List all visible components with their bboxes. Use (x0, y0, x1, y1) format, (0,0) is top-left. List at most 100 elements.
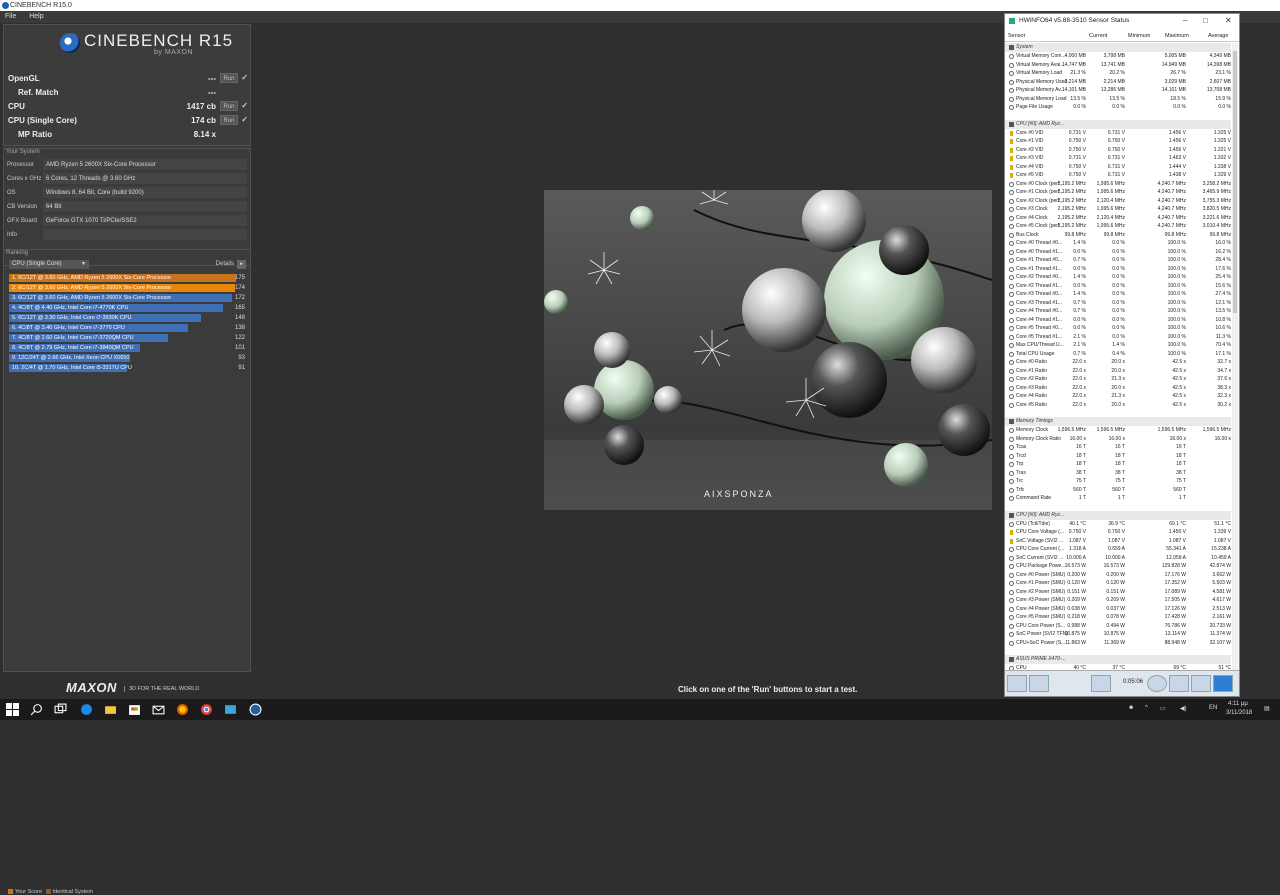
col-sensor[interactable]: Sensor (1008, 30, 1025, 42)
ranking-bar[interactable]: 5. 6C/12T @ 3.30 GHz, Intel Core i7-3930… (9, 314, 201, 322)
sensor-group[interactable]: CPU [#0]: AMD Ryz... (1005, 119, 1231, 129)
clock-icon[interactable] (1147, 675, 1167, 692)
maximize-icon[interactable]: □ (1203, 14, 1208, 28)
col-average[interactable]: Average (1208, 30, 1228, 42)
run-button[interactable]: Run (220, 101, 238, 111)
sensor-row[interactable]: CPU (Tctl/Tdie) 40.1 °C 36.9 °C 69.1 °C 51.1… (1005, 520, 1231, 529)
sensor-row[interactable]: Command Rate 1 T 1 T 1 T (1005, 494, 1231, 503)
hwinfo-scrollbar[interactable] (1232, 43, 1238, 679)
sensor-row[interactable]: SoC Current (SVI2 ... 10.000 A 10.000 A 12.… (1005, 554, 1231, 563)
ranking-bar[interactable]: 9. 12C/24T @ 2.66 GHz, Intel Xeon CPU X5… (9, 354, 130, 362)
sensor-row[interactable]: Trp 18 T 18 T 18 T (1005, 460, 1231, 469)
col-current[interactable]: Current (1089, 30, 1107, 42)
store-icon[interactable] (128, 703, 141, 716)
ranking-bar[interactable]: 1. 6C/12T @ 3.60 GHz, AMD Ryzen 5 2600X … (9, 274, 236, 282)
sensor-row[interactable]: Core #0 Ratio 22.0 x 20.0 x 42.5 x 32.7 x (1005, 358, 1231, 367)
ranking-bar[interactable]: 3. 6C/12T @ 3.60 GHz, AMD Ryzen 5 2600X … (9, 294, 232, 302)
nav-left-right-icon[interactable] (1007, 675, 1027, 692)
sensor-row[interactable]: Trcd 18 T 18 T 18 T (1005, 452, 1231, 461)
clock-date[interactable]: 3/11/2018 (1226, 710, 1252, 716)
sensor-row[interactable]: Physical Memory Load 13.5 % 13.5 % 18.5 % 15… (1005, 95, 1231, 104)
sensor-row[interactable]: Core #2 Power (SMU) 0.151 W 0.151 W 17.089 … (1005, 588, 1231, 597)
sensor-row[interactable]: Core #4 Thread #0... 0.7 % 0.0 % 100.0 % 13.… (1005, 307, 1231, 316)
sensor-row[interactable]: Core #3 Ratio 22.0 x 20.0 x 42.5 x 38.3 x (1005, 384, 1231, 393)
person-icon[interactable]: ☻ (1128, 705, 1134, 711)
sensor-row[interactable]: Core #5 Clock (perf... 2,195.2 MHz 1,995.6… (1005, 222, 1231, 231)
sensor-row[interactable]: Core #5 Thread #1... 2.1 % 0.0 % 100.0 % 11.… (1005, 333, 1231, 342)
details-toggle-button[interactable]: ▸ (237, 260, 246, 269)
sensor-row[interactable]: Core #1 Thread #1... 0.0 % 0.0 % 100.0 % 17.… (1005, 265, 1231, 274)
sensor-row[interactable]: SoC Voltage (SVI2 ... 1.087 V 1.087 V 1.087… (1005, 537, 1231, 546)
ranking-bar[interactable]: 8. 4C/8T @ 2.79 GHz, Intel Core i7-3840Q… (9, 344, 140, 352)
sensor-row[interactable]: Core #5 Power (SMU) 0.218 W 0.078 W 17.428 … (1005, 613, 1231, 622)
sensor-row[interactable]: Core #1 VID 0.750 V 0.750 V 1.456 V 1.325 V (1005, 137, 1231, 146)
sensor-row[interactable]: Core #0 Power (SMU) 0.200 W 0.200 W 17.176 … (1005, 571, 1231, 580)
notifications-icon[interactable]: ▤ (1264, 705, 1270, 712)
volume-icon[interactable]: ◀) (1180, 705, 1187, 712)
network-icon[interactable] (1091, 675, 1111, 692)
menu-help[interactable]: Help (29, 13, 43, 20)
sensor-row[interactable]: Core #5 Thread #0... 0.0 % 0.0 % 100.0 % 10.… (1005, 324, 1231, 333)
sensor-row[interactable]: Core #4 Power (SMU) 0.038 W 0.037 W 17.126 … (1005, 605, 1231, 614)
sensor-row[interactable]: Memory Clock 1,596.5 MHz 1,596.5 MHz 1,596.… (1005, 426, 1231, 435)
sensor-row[interactable]: SoC Power (SVI2 TFN) 10.875 W 10.875 W 13.1… (1005, 630, 1231, 639)
sensor-row[interactable]: Core #1 Power (SMU) 0.120 W 0.120 W 17.352 … (1005, 579, 1231, 588)
cinebench-taskbar-icon[interactable] (249, 703, 262, 716)
minimize-icon[interactable]: – (1183, 14, 1187, 28)
sensor-row[interactable]: Core #4 VID 0.750 V 0.731 V 1.444 V 1.338 V (1005, 163, 1231, 172)
sensor-row[interactable]: CPU Core Voltage (... 0.750 V 0.750 V 1.450… (1005, 528, 1231, 537)
task-view-icon[interactable] (54, 703, 67, 716)
settings-icon[interactable] (1191, 675, 1211, 692)
col-maximum[interactable]: Maximum (1165, 30, 1189, 42)
sensor-group[interactable]: System (1005, 43, 1231, 52)
sensor-group[interactable]: ASUS PRIME X470-... (1005, 655, 1231, 664)
sensor-row[interactable]: Physical Memory Av... 14,101 MB 13,286 MB 1… (1005, 86, 1231, 95)
sensor-row[interactable]: Core #3 Thread #0... 1.4 % 0.0 % 100.0 % 27.… (1005, 290, 1231, 299)
tray-chevron-icon[interactable]: ^ (1145, 705, 1148, 711)
sensor-group[interactable]: Memory Timings (1005, 417, 1231, 426)
sensor-row[interactable]: Tras 38 T 38 T 38 T (1005, 469, 1231, 478)
sensor-row[interactable]: Core #3 Clock 2,195.2 MHz 1,995.6 MHz 4,240… (1005, 205, 1231, 214)
sensor-row[interactable]: Core #2 VID 0.750 V 0.750 V 1.456 V 1.321 V (1005, 146, 1231, 155)
sensor-row[interactable]: Core #0 VID 0.731 V 0.731 V 1.456 V 1.325 V (1005, 129, 1231, 138)
sensor-row[interactable]: CPU Core Current (... 1.318 A 0.659 A 55.34… (1005, 545, 1231, 554)
sensor-row[interactable]: Core #2 Thread #1... 0.0 % 0.0 % 100.0 % 15.… (1005, 282, 1231, 291)
language-indicator[interactable]: EN (1209, 705, 1217, 711)
sensor-row[interactable]: Trfc 560 T 560 T 560 T (1005, 486, 1231, 495)
firefox-icon[interactable] (176, 703, 189, 716)
sensor-row[interactable]: Core #5 Ratio 22.0 x 20.0 x 42.5 x 30.2 x (1005, 401, 1231, 410)
ranking-bar[interactable]: 2. 6C/12T @ 3.60 GHz, AMD Ryzen 5 2600X … (9, 284, 235, 292)
sensor-row[interactable]: Core #0 Thread #0... 1.4 % 0.0 % 100.0 % 16.… (1005, 239, 1231, 248)
sensor-row[interactable]: Core #0 Clock (perf... 2,195.2 MHz 1,995.6… (1005, 180, 1231, 189)
search-icon[interactable] (30, 703, 43, 716)
sensor-row[interactable]: Memory Clock Ratio 16.00 x 16.00 x 16.00 x 1… (1005, 435, 1231, 444)
sensor-row[interactable]: Core #2 Thread #0... 1.4 % 0.0 % 100.0 % 25.… (1005, 273, 1231, 282)
run-button[interactable]: Run (220, 73, 238, 83)
sensor-row[interactable]: Core #4 Clock 2,195.2 MHz 2,120.4 MHz 4,240… (1005, 214, 1231, 223)
sensor-row[interactable]: Core #1 Thread #0... 0.7 % 0.0 % 100.0 % 28.… (1005, 256, 1231, 265)
hwinfo-taskbar-icon[interactable] (224, 703, 237, 716)
sensor-row[interactable]: Total CPU Usage 0.7 % 0.4 % 100.0 % 17.1 % (1005, 350, 1231, 359)
sensor-row[interactable]: Page File Usage 0.0 % 0.0 % 0.0 % 0.0 % (1005, 103, 1231, 112)
sensor-row[interactable]: Core #3 Power (SMU) 0.209 W 0.209 W 17.505 … (1005, 596, 1231, 605)
sensor-row[interactable]: Core #2 Clock (perf... 2,195.2 MHz 2,120.4… (1005, 197, 1231, 206)
sensor-row[interactable]: Core #3 Thread #1... 0.7 % 0.0 % 100.0 % 12.… (1005, 299, 1231, 308)
sensor-row[interactable]: Core #1 Ratio 22.0 x 20.0 x 42.5 x 34.7 x (1005, 367, 1231, 376)
ranking-bar[interactable]: 6. 4C/8T @ 3.40 GHz, Intel Core i7-3770 … (9, 324, 188, 332)
clock-time[interactable]: 4:11 μμ (1228, 701, 1248, 707)
file-explorer-icon[interactable] (104, 703, 117, 716)
sensor-row[interactable]: Virtual Memory Avai... 14,747 MB 13,741 MB… (1005, 61, 1231, 70)
sensor-row[interactable]: Core #0 Thread #1... 0.0 % 0.0 % 100.0 % 16.… (1005, 248, 1231, 257)
report-icon[interactable] (1169, 675, 1189, 692)
sensor-row[interactable]: Core #1 Clock (perf... 2,195.2 MHz 1,995.6… (1005, 188, 1231, 197)
windows-start-icon[interactable] (6, 703, 19, 716)
sensor-row[interactable]: CPU+SoC Power (S... 11.863 W 11.369 W 88.94… (1005, 639, 1231, 648)
sensor-row[interactable]: Core #3 VID 0.731 V 0.731 V 1.463 V 1.332 V (1005, 154, 1231, 163)
sensor-row[interactable]: Max CPU/Thread U... 2.1 % 1.4 % 100.0 % 70.4… (1005, 341, 1231, 350)
sensor-row[interactable]: Bus Clock 99.8 MHz 99.8 MHz 99.8 MHz 99.8 MH… (1005, 231, 1231, 240)
ranking-bar[interactable]: 10. 2C/4T @ 1.70 GHz, Intel Core i5-3317… (9, 364, 132, 372)
sensor-row[interactable]: Core #4 Ratio 22.0 x 21.3 x 42.5 x 32.3 x (1005, 392, 1231, 401)
sensor-row[interactable]: Tcas 16 T 16 T 16 T (1005, 443, 1231, 452)
close-sensors-icon[interactable] (1213, 675, 1233, 692)
sensor-row[interactable]: CPU Package Powe... 16.573 W 16.573 W 129.8… (1005, 562, 1231, 571)
